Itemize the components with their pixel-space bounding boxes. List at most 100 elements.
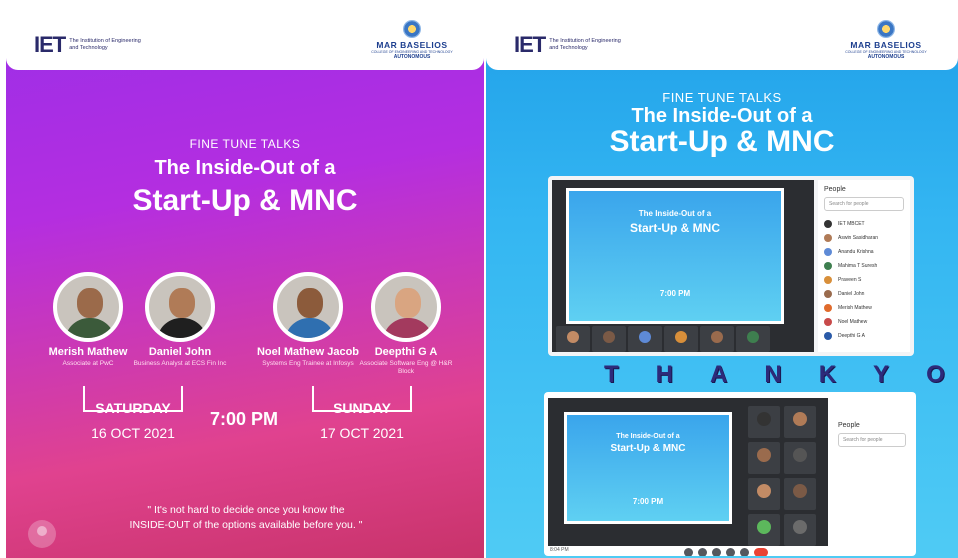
end-call-button[interactable] — [754, 548, 768, 556]
participant-tile[interactable] — [784, 442, 816, 474]
event-title-line1: The Inside-Out of a — [154, 157, 336, 179]
avatar — [824, 290, 832, 298]
participant-row[interactable]: IET MBCET — [818, 217, 910, 231]
college-logo: MAR BASELIOS COLLEGE OF ENGINEERING AND … — [366, 20, 458, 60]
avatar — [824, 276, 832, 284]
participant-tile[interactable] — [556, 326, 590, 352]
participant-row[interactable]: Mahima T Suresh — [818, 259, 910, 273]
thanks-letter: O — [926, 361, 946, 388]
avatar — [824, 262, 832, 270]
speaker-photo — [145, 272, 215, 342]
panel-title: People — [824, 186, 846, 193]
thank-you-poster: IET The Institution of Engineering and T… — [486, 0, 958, 558]
participant-row[interactable]: Noel Mathew — [818, 315, 910, 329]
poster-header: IET The Institution of Engineering and T… — [6, 0, 484, 70]
series-name: FINE TUNE TALKS — [662, 90, 782, 105]
college-emblem-icon — [403, 20, 421, 38]
avatar — [824, 332, 832, 340]
participant-row[interactable]: Praveen S — [818, 273, 910, 287]
iet-text: The Institution of Engineering and Techn… — [69, 38, 141, 51]
slide-title-line1: The Inside-Out of a — [616, 433, 680, 440]
participant-tile[interactable] — [628, 326, 662, 352]
iet-logo: IET The Institution of Engineering and T… — [34, 32, 147, 58]
speaker-photo — [53, 272, 123, 342]
people-search-input[interactable]: Search for people — [838, 433, 906, 447]
slide-time: 7:00 PM — [632, 497, 664, 506]
iet-mark: IET — [34, 32, 66, 57]
avatar — [824, 220, 832, 228]
college-status: AUTONOMOUS — [393, 54, 431, 60]
participant-tile[interactable] — [748, 442, 780, 474]
speaker-photo — [371, 272, 441, 342]
event-title-line2: Start-Up & MNC — [132, 184, 358, 217]
college-name: MAR BASELIOS — [850, 40, 922, 50]
quote-line: INSIDE-OUT of the options available befo… — [129, 519, 363, 531]
series-name: FINE TUNE TALKS — [189, 137, 301, 151]
thanks-letter: A — [710, 361, 729, 388]
college-name: MAR BASELIOS — [376, 40, 448, 50]
avatar — [824, 318, 832, 326]
people-panel: People Search for people IET MBCET Aswin… — [818, 180, 910, 352]
meeting-time: 8:04 PM — [550, 547, 569, 553]
avatar — [824, 248, 832, 256]
day-label: SATURDAY — [95, 400, 171, 416]
slide-title-line2: Start-Up & MNC — [630, 221, 720, 235]
shared-slide: The Inside-Out of a Start-Up & MNC 7:00 … — [566, 188, 784, 324]
shared-slide: The Inside-Out of a Start-Up & MNC 7:00 … — [564, 412, 732, 524]
more-icon[interactable] — [740, 548, 749, 556]
speaker-photo — [273, 272, 343, 342]
panel-title: People — [838, 422, 860, 429]
avatar — [824, 234, 832, 242]
iet-mark: IET — [514, 32, 546, 57]
meeting-stage: The Inside-Out of a Start-Up & MNC 7:00 … — [552, 180, 814, 352]
participant-tile[interactable] — [784, 406, 816, 438]
participant-thumbnails — [556, 326, 770, 352]
present-icon[interactable] — [726, 548, 735, 556]
speaker-name: Noel Mathew Jacob — [256, 346, 360, 358]
thanks-letter: Y — [873, 361, 891, 388]
thanks-letter: T — [604, 361, 620, 388]
participant-tile[interactable] — [700, 326, 734, 352]
slide-title-line1: The Inside-Out of a — [638, 209, 712, 218]
meeting-screenshot: The Inside-Out of a Start-Up & MNC 7:00 … — [548, 176, 914, 356]
speaker-name: Deepthi G A — [374, 346, 438, 358]
participant-tile[interactable] — [784, 514, 816, 546]
day-label: SUNDAY — [333, 400, 391, 416]
meeting-stage: The Inside-Out of a Start-Up & MNC 7:00 … — [548, 398, 828, 546]
speaker-card: Noel Mathew Jacob Systems Eng Trainee at… — [253, 272, 363, 368]
people-panel: People Search for people — [832, 398, 912, 546]
captions-icon[interactable] — [712, 548, 721, 556]
meeting-screenshot: The Inside-Out of a Start-Up & MNC 7:00 … — [544, 392, 916, 556]
participant-row[interactable]: Aswin Sasidharan — [818, 231, 910, 245]
speaker-role: Associate Software Eng @ H&R Block — [359, 360, 453, 375]
participant-tile[interactable] — [748, 478, 780, 510]
participant-row[interactable]: Deepthi G A — [818, 329, 910, 343]
participant-tile[interactable] — [592, 326, 626, 352]
college-logo: MAR BASELIOS COLLEGE OF ENGINEERING AND … — [840, 20, 932, 60]
mic-icon[interactable] — [684, 548, 693, 556]
event-quote: " It's not hard to decide once you know … — [76, 503, 416, 533]
college-emblem-icon — [877, 20, 895, 38]
thanks-letter: H — [655, 361, 675, 388]
participant-tile[interactable] — [748, 406, 780, 438]
event-time: 7:00 PM — [210, 409, 279, 429]
speaker-card: Deepthi G A Associate Software Eng @ H&R… — [351, 272, 461, 376]
date-label: 17 OCT 2021 — [320, 425, 404, 441]
people-search-input[interactable]: Search for people — [824, 197, 904, 211]
speaker-card: Daniel John Business Analyst at ECS Fin … — [125, 272, 235, 368]
speaker-name: Daniel John — [148, 346, 212, 358]
quote-line: " It's not hard to decide once you know … — [147, 504, 345, 516]
event-poster: IET The Institution of Engineering and T… — [6, 0, 484, 558]
participant-tile[interactable] — [664, 326, 698, 352]
participant-row[interactable]: Daniel John — [818, 287, 910, 301]
participant-grid — [748, 406, 816, 546]
participant-row[interactable]: Anandu Krishna — [818, 245, 910, 259]
camera-icon[interactable] — [698, 548, 707, 556]
thanks-letter: N — [764, 361, 783, 388]
participant-tile[interactable] — [748, 514, 780, 546]
poster-header: IET The Institution of Engineering and T… — [486, 0, 958, 70]
participant-row[interactable]: Merish Mathew — [818, 301, 910, 315]
participant-tile[interactable] — [784, 478, 816, 510]
participant-tile[interactable] — [736, 326, 770, 352]
user-icon[interactable] — [28, 520, 56, 548]
